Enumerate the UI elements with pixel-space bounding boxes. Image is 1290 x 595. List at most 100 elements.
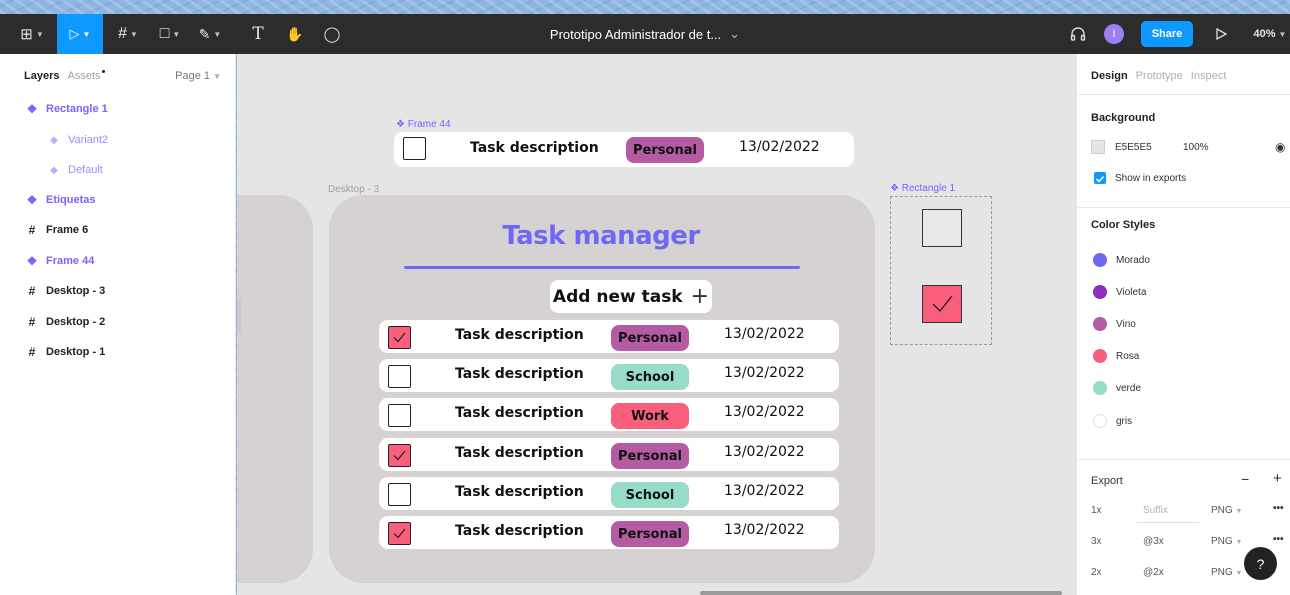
comment-tool-button[interactable]: ◯ — [320, 14, 344, 54]
shape-tool-button[interactable]: □ ▼ — [152, 14, 188, 54]
export-format-select[interactable]: PNG ▼ — [1211, 536, 1242, 547]
file-menu-chevron-icon[interactable]: ⌄ — [729, 26, 740, 42]
color-style-name: gris — [1116, 415, 1133, 427]
export-options-button[interactable]: ••• — [1273, 503, 1284, 514]
desktop-3-frame[interactable]: Task manager Add new task + Task descrip… — [329, 195, 875, 583]
layer-frame-44[interactable]: ❖ Frame 44 — [26, 253, 95, 269]
task-checkbox[interactable] — [403, 137, 426, 160]
plus-icon: + — [690, 284, 710, 309]
color-swatch — [1093, 285, 1107, 299]
help-button[interactable]: ? — [1244, 547, 1277, 580]
export-suffix-input[interactable]: @2x — [1143, 567, 1164, 578]
component-icon: ❖ — [26, 254, 38, 268]
frame-icon: # — [28, 223, 36, 237]
export-suffix-input[interactable]: @3x — [1143, 536, 1164, 547]
format-value: PNG — [1211, 536, 1233, 547]
export-format-select[interactable]: PNG ▼ — [1211, 505, 1242, 516]
checkbox-checked-variant[interactable] — [922, 285, 962, 323]
task-row[interactable]: Task description School 13/02/2022 — [379, 477, 839, 510]
task-checkbox[interactable] — [388, 483, 411, 506]
remove-export-button[interactable]: − — [1241, 471, 1249, 487]
layer-etiquetas[interactable]: ❖ Etiquetas — [26, 192, 96, 208]
desktop-3-label[interactable]: Desktop - 3 — [328, 184, 379, 195]
add-export-button[interactable]: + — [1273, 470, 1282, 487]
layer-frame-6[interactable]: # Frame 6 — [26, 222, 89, 238]
tab-layers[interactable]: Layers — [24, 70, 59, 82]
checkmark-icon — [1095, 175, 1105, 183]
task-description: Task description — [455, 523, 584, 539]
task-checkbox[interactable] — [388, 365, 411, 388]
task-row[interactable]: Task description Personal 13/02/2022 — [379, 516, 839, 549]
task-row[interactable]: Task description Work 13/02/2022 — [379, 398, 839, 431]
task-row[interactable]: Task description Personal 13/02/2022 — [379, 438, 839, 471]
title-underline — [404, 266, 800, 269]
color-style-violeta[interactable]: Violeta — [1093, 285, 1146, 299]
left-panel-tabs: Layers Assets — [24, 70, 105, 82]
layer-desktop-1[interactable]: # Desktop - 1 — [26, 344, 106, 360]
rectangle-1-label[interactable]: ❖ Rectangle 1 — [890, 183, 955, 194]
tab-assets[interactable]: Assets — [67, 70, 100, 82]
layer-default[interactable]: ◆ Default — [48, 162, 103, 178]
export-scale[interactable]: 3x — [1091, 536, 1102, 547]
export-scale[interactable]: 2x — [1091, 567, 1102, 578]
zoom-dropdown[interactable]: 40% ▼ — [1250, 14, 1290, 54]
eye-icon[interactable]: ◉ — [1275, 140, 1285, 154]
desktop-2-frame[interactable] — [237, 195, 313, 583]
hand-tool-button[interactable]: ✋ — [283, 14, 307, 54]
rectangle-1-component-set[interactable] — [890, 196, 992, 345]
color-style-vino[interactable]: Vino — [1093, 317, 1136, 331]
show-in-exports-checkbox[interactable] — [1094, 172, 1106, 184]
color-style-gris[interactable]: gris — [1093, 414, 1132, 428]
tab-design[interactable]: Design — [1091, 70, 1128, 82]
frame-icon: # — [28, 345, 36, 359]
color-swatch — [1093, 317, 1107, 331]
page-selector[interactable]: Page 1 ▼ — [175, 70, 221, 82]
frame-icon: # — [28, 284, 36, 298]
main-menu-button[interactable]: ⊞ ▼ — [14, 14, 50, 54]
present-button[interactable] — [1209, 14, 1233, 54]
task-tag: Personal — [611, 325, 689, 351]
audio-button[interactable] — [1066, 14, 1090, 54]
tab-assets-wrapper[interactable]: Assets — [67, 70, 105, 82]
frame-tool-button[interactable]: # ▼ — [110, 14, 146, 54]
text-tool-button[interactable]: T — [247, 14, 269, 54]
horizontal-scrollbar[interactable] — [700, 591, 1062, 595]
color-style-rosa[interactable]: Rosa — [1093, 349, 1139, 363]
export-suffix-input[interactable]: Suffix — [1143, 505, 1168, 516]
pen-icon: ✎ — [198, 25, 211, 42]
frame-44-label[interactable]: ❖ Frame 44 — [396, 119, 451, 130]
user-avatar[interactable]: I — [1104, 24, 1124, 44]
export-format-select[interactable]: PNG ▼ — [1211, 567, 1242, 578]
frame-44-task-row[interactable]: Task description Personal 13/02/2022 — [394, 132, 854, 167]
pen-tool-button[interactable]: ✎ ▼ — [192, 14, 228, 54]
color-swatch — [1093, 414, 1107, 428]
canvas[interactable]: ❖ Frame 44 Task description Personal 13/… — [237, 54, 1076, 595]
tab-prototype[interactable]: Prototype — [1136, 70, 1183, 82]
suffix-underline — [1137, 522, 1199, 523]
export-scale[interactable]: 1x — [1091, 505, 1102, 516]
layer-rectangle-1[interactable]: ❖ Rectangle 1 — [26, 101, 108, 117]
file-title[interactable]: Prototipo Administrador de t... — [550, 27, 721, 42]
page-name: Page 1 — [175, 70, 211, 82]
task-row[interactable]: Task description Personal 13/02/2022 — [379, 320, 839, 353]
share-button[interactable]: Share — [1141, 21, 1193, 47]
layer-variant2[interactable]: ◆ Variant2 — [48, 132, 108, 148]
checkmark-icon — [393, 528, 406, 539]
tab-inspect[interactable]: Inspect — [1191, 70, 1226, 82]
task-checkbox[interactable] — [388, 522, 411, 545]
checkbox-default-variant[interactable] — [922, 209, 962, 247]
task-row[interactable]: Task description School 13/02/2022 — [379, 359, 839, 392]
task-checkbox[interactable] — [388, 404, 411, 427]
background-opacity[interactable]: 100% — [1183, 142, 1209, 153]
layer-desktop-3[interactable]: # Desktop - 3 — [26, 283, 106, 299]
add-task-button[interactable]: Add new task + — [550, 280, 712, 313]
task-checkbox[interactable] — [388, 326, 411, 349]
background-hex[interactable]: E5E5E5 — [1115, 142, 1152, 153]
layer-desktop-2[interactable]: # Desktop - 2 — [26, 314, 106, 330]
color-style-morado[interactable]: Morado — [1093, 253, 1150, 267]
color-style-verde[interactable]: verde — [1093, 381, 1141, 395]
export-options-button[interactable]: ••• — [1273, 534, 1284, 545]
task-checkbox[interactable] — [388, 444, 411, 467]
background-color-swatch[interactable] — [1091, 140, 1105, 154]
move-tool-button[interactable]: ▷ ▼ — [57, 14, 103, 54]
